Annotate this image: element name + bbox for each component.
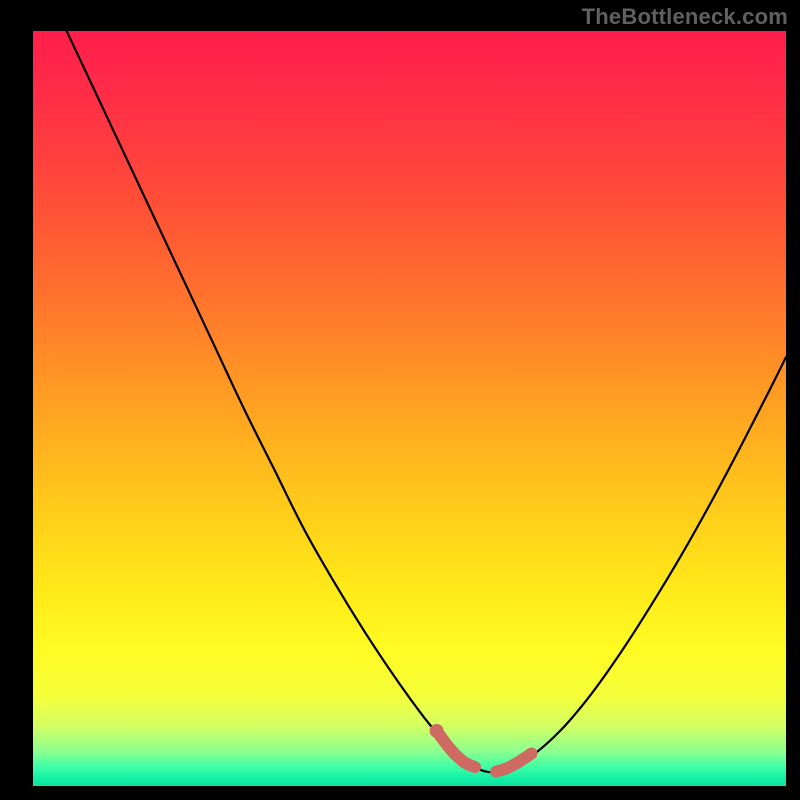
accent-dot	[430, 724, 444, 738]
attribution-label: TheBottleneck.com	[582, 4, 788, 30]
stage: TheBottleneck.com	[0, 0, 800, 800]
gradient-background	[33, 31, 786, 786]
bottleneck-chart	[0, 0, 800, 800]
